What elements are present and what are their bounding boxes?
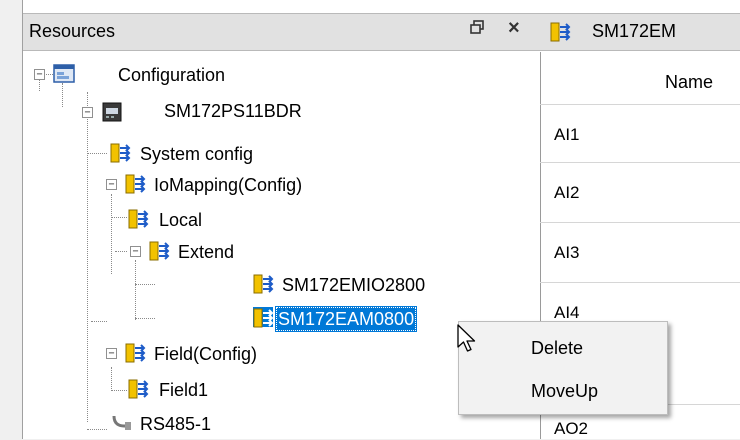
table-cell-name: AI4 — [554, 303, 580, 322]
mapping-icon — [125, 342, 146, 363]
tree-node-label: SM172PS11BDR — [164, 101, 302, 122]
context-menu: Delete MoveUp — [458, 321, 668, 415]
tree-node-label: Local — [159, 210, 203, 231]
tree-node-rs485-1[interactable]: RS485-1 — [137, 410, 214, 436]
tree-node-field[interactable]: Field(Config) — [151, 340, 260, 366]
mapping-icon — [128, 378, 149, 399]
expander-configuration[interactable]: − — [34, 69, 45, 80]
mapping-icon — [253, 307, 274, 328]
tree-node-label: System config — [140, 144, 254, 165]
table-row[interactable]: AI2 — [540, 162, 740, 223]
expander-sm172ps11bdr[interactable]: − — [82, 107, 93, 118]
editor-tab-title: SM172EM — [592, 21, 677, 41]
device-icon — [101, 101, 122, 122]
tree-node-iomapping[interactable]: IoMapping(Config) — [151, 171, 305, 197]
table-cell-name: AI1 — [554, 125, 580, 144]
table-cell-name: AI2 — [554, 183, 580, 202]
restore-window-icon[interactable] — [470, 20, 484, 39]
tree-node-sm172eam0800[interactable]: SM172EAM0800 — [275, 305, 418, 333]
mapping-icon — [128, 208, 149, 229]
tree-node-label: Field1 — [159, 380, 209, 401]
table-cell-name: AI3 — [554, 243, 580, 262]
table-row[interactable]: AI1 — [540, 104, 740, 163]
tree-node-label: RS485-1 — [140, 414, 212, 435]
tree-node-sm172ps11bdr[interactable]: SM172PS11BDR — [161, 97, 305, 123]
expander-field[interactable]: − — [106, 348, 117, 359]
tree-node-label: Configuration — [118, 65, 226, 86]
context-menu-delete[interactable]: Delete — [531, 338, 583, 359]
tree-node-system-config[interactable]: System config — [137, 140, 256, 166]
configuration-icon — [53, 63, 75, 83]
expander-iomapping[interactable]: − — [106, 179, 117, 190]
mapping-icon — [125, 173, 146, 194]
tree-node-sm172emio2800[interactable]: SM172EMIO2800 — [279, 271, 428, 297]
column-header-name[interactable]: Name — [665, 72, 713, 93]
mapping-icon — [253, 273, 274, 294]
mouse-cursor-icon — [456, 324, 480, 359]
expander-extend[interactable]: − — [130, 246, 141, 257]
tree-node-configuration[interactable]: Configuration — [115, 61, 228, 87]
mapping-icon — [149, 240, 170, 261]
editor-tab[interactable]: SM172EM — [540, 13, 740, 51]
tree-node-label: Extend — [178, 242, 235, 263]
tree-node-local[interactable]: Local — [156, 206, 205, 232]
tree-node-label: IoMapping(Config) — [154, 175, 303, 196]
mapping-icon — [550, 21, 572, 48]
resources-header: Resources × — [23, 13, 540, 51]
tree-node-field1[interactable]: Field1 — [156, 376, 211, 402]
mapping-icon — [110, 142, 131, 163]
tree-node-label: Field(Config) — [154, 344, 258, 365]
close-icon[interactable]: × — [508, 17, 520, 40]
tree-node-label: SM172EAM0800 — [275, 306, 418, 333]
table-cell-name: AO2 — [554, 419, 589, 438]
table-row[interactable]: AI3 — [540, 222, 740, 283]
tree-node-extend[interactable]: Extend — [175, 238, 237, 264]
context-menu-moveup[interactable]: MoveUp — [531, 381, 598, 402]
serial-port-icon — [111, 412, 131, 432]
resources-title: Resources — [29, 21, 116, 41]
tree-node-label: SM172EMIO2800 — [282, 275, 426, 296]
